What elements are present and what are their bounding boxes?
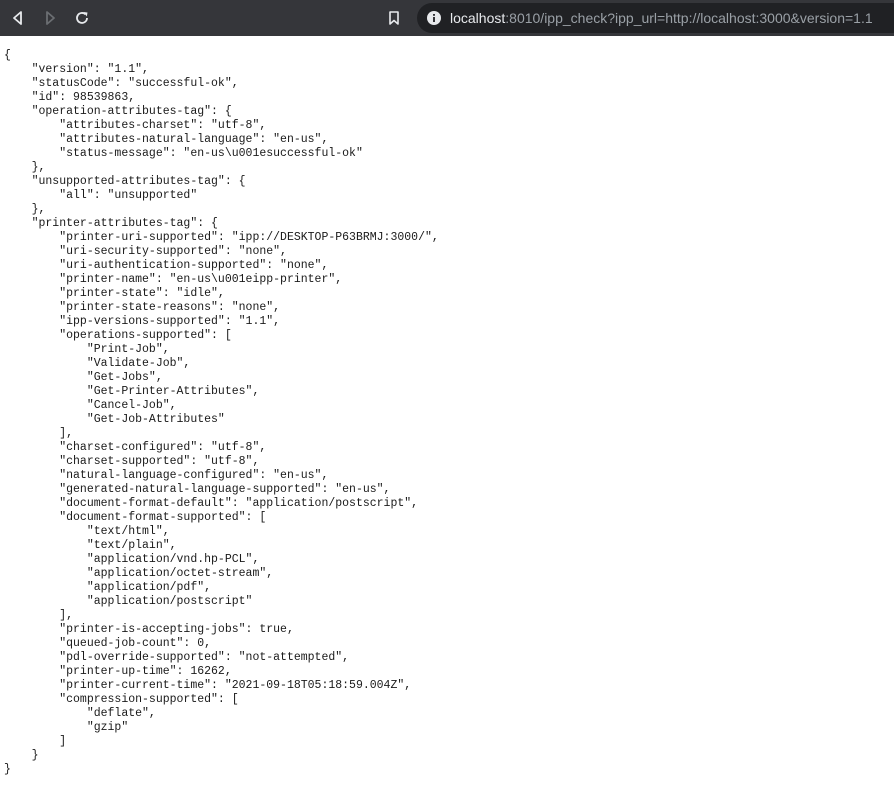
json-line: "charset-configured": "utf-8",: [4, 441, 267, 454]
address-bar[interactable]: localhost:8010/ipp_check?ipp_url=http://…: [417, 3, 894, 33]
json-line: "queued-job-count": 0,: [4, 637, 212, 650]
json-line: "document-format-supported": [: [4, 511, 267, 524]
json-line: "charset-supported": "utf-8",: [4, 455, 260, 468]
json-line: "printer-is-accepting-jobs": true,: [4, 623, 294, 636]
json-line: "Cancel-Job",: [4, 399, 177, 412]
json-line: "Get-Jobs",: [4, 371, 163, 384]
json-line: "printer-name": "en-us\u001eipp-printer"…: [4, 273, 343, 286]
json-line: "application/vnd.hp-PCL",: [4, 553, 260, 566]
json-line: "compression-supported": [: [4, 693, 239, 706]
address-url[interactable]: localhost:8010/ipp_check?ipp_url=http://…: [450, 10, 873, 26]
json-line: "application/octet-stream",: [4, 567, 274, 580]
json-line: "gzip": [4, 721, 129, 734]
json-line: "ipp-versions-supported": "1.1",: [4, 315, 281, 328]
json-line: "generated-natural-language-supported": …: [4, 483, 391, 496]
json-line: "natural-language-configured": "en-us",: [4, 469, 329, 482]
json-line: "uri-security-supported": "none",: [4, 245, 287, 258]
json-line: {: [4, 49, 11, 62]
json-line: "pdl-override-supported": "not-attempted…: [4, 651, 350, 664]
forward-arrow-icon: [42, 10, 58, 26]
json-line: "uri-authentication-supported": "none",: [4, 259, 329, 272]
json-line: },: [4, 203, 46, 216]
json-line: "application/pdf",: [4, 581, 212, 594]
json-line: "all": "unsupported": [4, 189, 198, 202]
json-line: "deflate",: [4, 707, 156, 720]
json-line: "attributes-natural-language": "en-us",: [4, 133, 329, 146]
json-line: "printer-state-reasons": "none",: [4, 301, 281, 314]
json-line: "printer-current-time": "2021-09-18T05:1…: [4, 679, 412, 692]
back-button[interactable]: [6, 6, 30, 30]
json-line: "document-format-default": "application/…: [4, 497, 419, 510]
reload-icon: [74, 10, 90, 26]
json-line: "printer-state": "idle",: [4, 287, 225, 300]
json-line: "Print-Job",: [4, 343, 170, 356]
json-line: ]: [4, 735, 67, 748]
json-line: "unsupported-attributes-tag": {: [4, 175, 246, 188]
address-host: localhost: [450, 10, 506, 26]
json-line: "Get-Job-Attributes": [4, 413, 225, 426]
forward-button[interactable]: [38, 6, 62, 30]
json-line: },: [4, 161, 46, 174]
json-line: "operation-attributes-tag": {: [4, 105, 232, 118]
json-line: "status-message": "en-us\u001esuccessful…: [4, 147, 363, 160]
bookmark-button[interactable]: [382, 6, 406, 30]
json-line: "printer-attributes-tag": {: [4, 217, 218, 230]
json-line: "id": 98539863,: [4, 91, 136, 104]
json-line: "Get-Printer-Attributes",: [4, 385, 260, 398]
info-icon[interactable]: [426, 10, 442, 26]
json-line: ],: [4, 609, 74, 622]
json-line: "statusCode": "successful-ok",: [4, 77, 239, 90]
browser-toolbar: localhost:8010/ipp_check?ipp_url=http://…: [0, 0, 894, 36]
json-line: ],: [4, 427, 74, 440]
json-line: "operations-supported": [: [4, 329, 232, 342]
json-line: }: [4, 763, 11, 776]
bookmark-icon: [386, 10, 402, 26]
json-line: "Validate-Job",: [4, 357, 191, 370]
json-line: }: [4, 749, 39, 762]
json-response-body: { "version": "1.1", "statusCode": "succe…: [4, 49, 439, 777]
json-line: "printer-up-time": 16262,: [4, 665, 232, 678]
json-line: "version": "1.1",: [4, 63, 149, 76]
reload-button[interactable]: [70, 6, 94, 30]
back-arrow-icon: [10, 10, 26, 26]
json-line: "text/plain",: [4, 539, 177, 552]
json-line: "text/html",: [4, 525, 170, 538]
json-line: "printer-uri-supported": "ipp://DESKTOP-…: [4, 231, 439, 244]
address-path: :8010/ipp_check?ipp_url=http://localhost…: [505, 10, 873, 26]
json-line: "application/postscript": [4, 595, 253, 608]
json-line: "attributes-charset": "utf-8",: [4, 119, 267, 132]
